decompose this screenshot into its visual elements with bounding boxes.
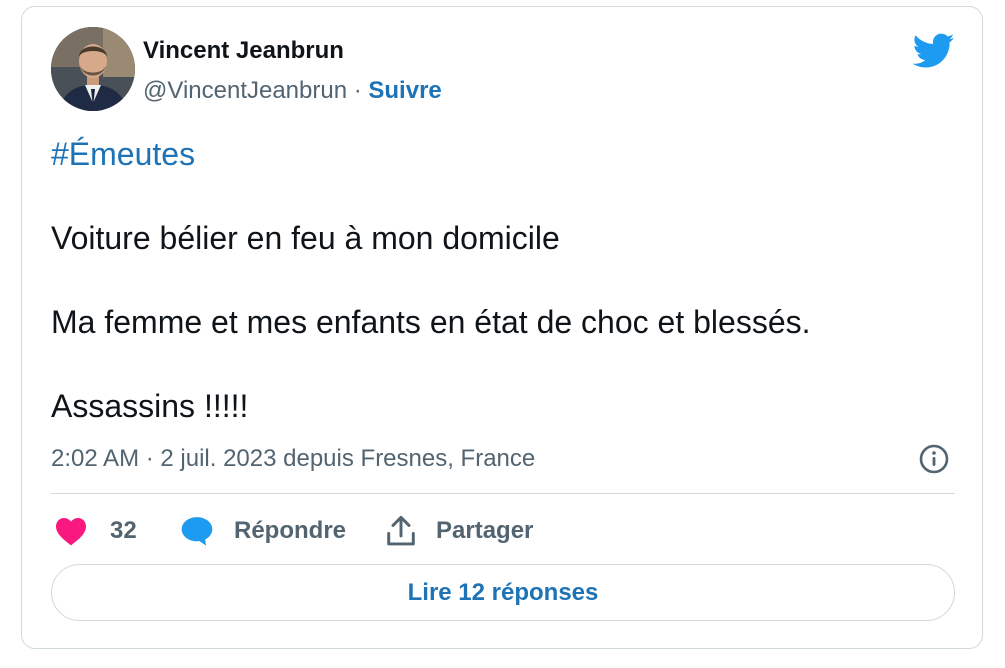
tweet-timestamp-location[interactable]: 2:02 AM · 2 juil. 2023 depuis Fresnes, F… bbox=[51, 445, 535, 473]
hashtag-link[interactable]: #Émeutes bbox=[51, 136, 195, 173]
speech-bubble-icon bbox=[181, 517, 213, 546]
handle-separator: · bbox=[347, 77, 369, 104]
share-upload-icon bbox=[387, 515, 415, 546]
share-label: Partager bbox=[436, 517, 534, 544]
divider bbox=[51, 493, 955, 494]
tweet-text-line-2: Ma femme et mes enfants en état de choc … bbox=[51, 304, 811, 340]
author-display-name[interactable]: Vincent Jeanbrun bbox=[143, 37, 344, 65]
twitter-bird-icon[interactable] bbox=[913, 33, 955, 69]
share-button[interactable]: Partager bbox=[386, 512, 533, 550]
like-button[interactable]: 32 bbox=[54, 512, 137, 550]
like-count: 32 bbox=[110, 517, 137, 544]
avatar[interactable] bbox=[51, 27, 135, 111]
tweet-text-line-3: Assassins !!!!! bbox=[51, 388, 249, 424]
avatar-image bbox=[51, 27, 135, 111]
author-handle[interactable]: @VincentJeanbrun bbox=[143, 77, 347, 104]
reply-label: Répondre bbox=[234, 517, 347, 544]
follow-link[interactable]: Suivre bbox=[368, 77, 441, 104]
tweet-card: Vincent Jeanbrun @VincentJeanbrun · Suiv… bbox=[21, 6, 983, 649]
read-replies-button[interactable]: Lire 12 réponses bbox=[51, 564, 955, 621]
reply-button[interactable]: Répondre bbox=[180, 512, 346, 550]
heart-icon bbox=[56, 518, 86, 546]
info-icon[interactable] bbox=[918, 443, 950, 475]
tweet-text-line-1: Voiture bélier en feu à mon domicile bbox=[51, 220, 560, 256]
author-handle-row: @VincentJeanbrun · Suivre bbox=[143, 77, 442, 105]
